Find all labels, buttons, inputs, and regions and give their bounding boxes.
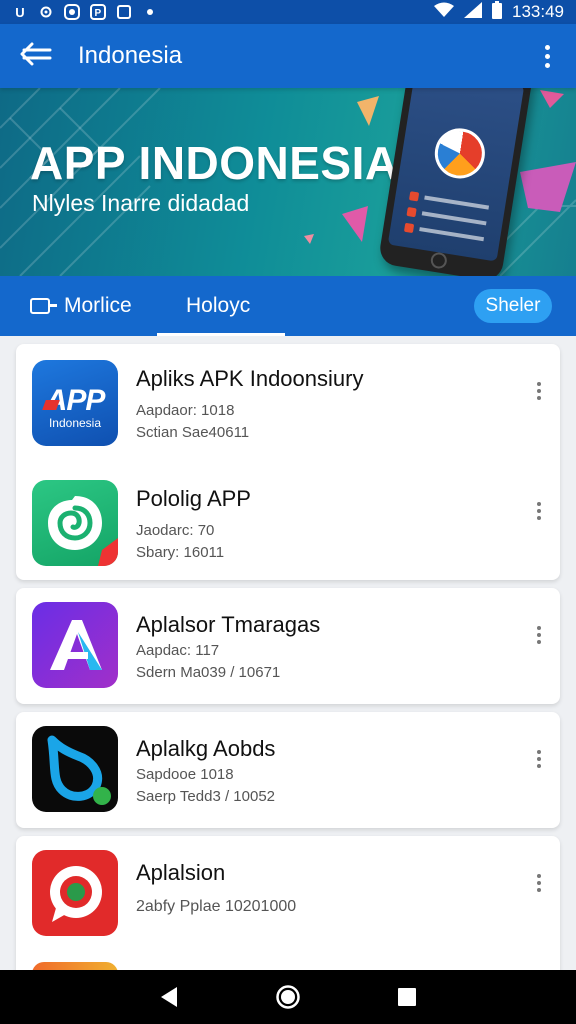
list-item[interactable]: Aplalsion 2abfy Pplae 10201000: [16, 836, 560, 952]
partial-app-icon: [32, 962, 118, 970]
device-icon: [30, 298, 57, 314]
more-options-button[interactable]: [532, 744, 546, 774]
phone-row: [404, 222, 485, 243]
app-version: Jaodarc: 70: [136, 522, 215, 539]
a-logo-app-icon: [32, 602, 118, 688]
app-list: APP Indonesia Apliks APK Indoonsiury Aap…: [0, 336, 576, 970]
tab-history[interactable]: Holoyc: [186, 276, 286, 336]
list-item[interactable]: Pololig APP Jaodarc: 70 Sbary: 16011: [16, 464, 560, 584]
svg-text:P: P: [95, 8, 102, 19]
more-options-button[interactable]: [532, 620, 546, 650]
wifi-icon: [434, 2, 454, 22]
list-item[interactable]: Aplalkg Aobds Sapdooe 1018 Saerp Tedd3 /…: [16, 712, 560, 828]
app-version: Aapdaor: 1018: [136, 402, 235, 419]
teardrop-app-icon: [32, 726, 118, 812]
home-circle-icon: [276, 985, 300, 1009]
teardrop-icon: [47, 735, 111, 805]
hero-banner: APP INDONESIA Nlyles Inarre didadad: [0, 88, 576, 276]
more-options-button[interactable]: [532, 376, 546, 406]
status-icons-right: 133:49: [434, 1, 564, 23]
app-card: APP Indonesia Apliks APK Indoonsiury Aap…: [16, 344, 560, 580]
app-size: Sctian Sae40611: [136, 424, 250, 441]
clock: 133:49: [512, 2, 564, 21]
app-size: Sbary: 16011: [136, 544, 225, 561]
list-item[interactable]: APP Indonesia Apliks APK Indoonsiury Aap…: [16, 344, 560, 464]
u-icon: U: [15, 4, 25, 20]
app-name: Pololig APP: [136, 486, 251, 511]
banner-subtitle: Nlyles Inarre didadad: [32, 190, 250, 216]
decor-shard-icon: [540, 90, 564, 108]
back-button[interactable]: [14, 34, 58, 78]
decor-shard-icon: [304, 234, 314, 244]
status-bar: U P 133:49: [0, 0, 576, 24]
list-item[interactable]: Aplalsor Tmaragas Aapdac: 117 Sdern Ma03…: [16, 588, 560, 704]
overflow-menu-button[interactable]: [532, 34, 562, 78]
tab-history-label: Holoyc: [186, 294, 251, 317]
app-card: Aplalsion 2abfy Pplae 10201000: [16, 836, 560, 970]
swirl-icon: [48, 496, 118, 566]
phone-screen: [387, 88, 525, 262]
recents-square-icon: [397, 988, 416, 1006]
system-nav-bar: [0, 970, 576, 1024]
app-size: Sdern Ma039 / 10671: [136, 664, 281, 681]
tab-bar: Morlice Holoyc Sheler: [0, 276, 576, 336]
app-version: Sapdooe 1018: [136, 766, 234, 783]
back-triangle-icon: [161, 987, 178, 1007]
record-icon: [64, 4, 80, 20]
p-icon: P: [90, 4, 106, 20]
more-options-button[interactable]: [532, 496, 546, 526]
dot: [544, 44, 550, 50]
active-tab-indicator: [157, 333, 285, 336]
page-title: Indonesia: [78, 42, 183, 69]
dot-icon: [142, 4, 158, 20]
dot: [544, 62, 550, 68]
app-version: 2abfy Pplae 10201000: [136, 898, 297, 915]
letter-a-icon: [50, 620, 102, 670]
app-name: Aplalsor Tmaragas: [136, 612, 321, 637]
nav-back-button[interactable]: [149, 977, 189, 1017]
app-name: Aplalkg Aobds: [136, 736, 276, 761]
back-arrow-icon: [20, 42, 52, 71]
battery-icon: [492, 1, 502, 23]
dot: [544, 53, 550, 59]
nav-home-button[interactable]: [268, 977, 308, 1017]
tab-mobile-label: Morlice: [64, 294, 132, 317]
app-card: Aplalkg Aobds Sapdooe 1018 Saerp Tedd3 /…: [16, 712, 560, 828]
swirl-app-icon: [32, 480, 118, 566]
app-size: Saerp Tedd3 / 10052: [136, 788, 276, 805]
app-icon-subtext: Indonesia: [48, 416, 102, 430]
app-indonesia-icon: APP Indonesia: [32, 360, 118, 446]
app-version: Aapdac: 117: [136, 642, 220, 659]
decor-shard-icon: [357, 96, 379, 126]
settings-icon: [38, 4, 54, 20]
decor-shard-icon: [520, 162, 576, 212]
chat-app-icon: [32, 850, 118, 936]
phone-home-button: [429, 251, 449, 270]
status-icons-left: U P: [12, 4, 158, 20]
app-bar: Indonesia: [0, 24, 576, 88]
signal-icon: [464, 2, 482, 22]
share-button[interactable]: Sheler: [474, 289, 552, 323]
more-options-button[interactable]: [532, 868, 546, 898]
banner-title: APP INDONESIA: [30, 137, 399, 189]
chat-bubble-icon: [50, 866, 102, 922]
nav-recents-button[interactable]: [387, 977, 427, 1017]
app-card: Aplalsor Tmaragas Aapdac: 117 Sdern Ma03…: [16, 588, 560, 704]
app-name: Aplalsion: [136, 860, 226, 885]
box-icon: [116, 4, 132, 20]
app-name: Apliks APK Indoonsiury: [136, 366, 364, 391]
app-logo-icon: [431, 124, 489, 183]
decor-shard-icon: [342, 206, 368, 242]
tab-mobile[interactable]: Morlice: [30, 276, 132, 336]
